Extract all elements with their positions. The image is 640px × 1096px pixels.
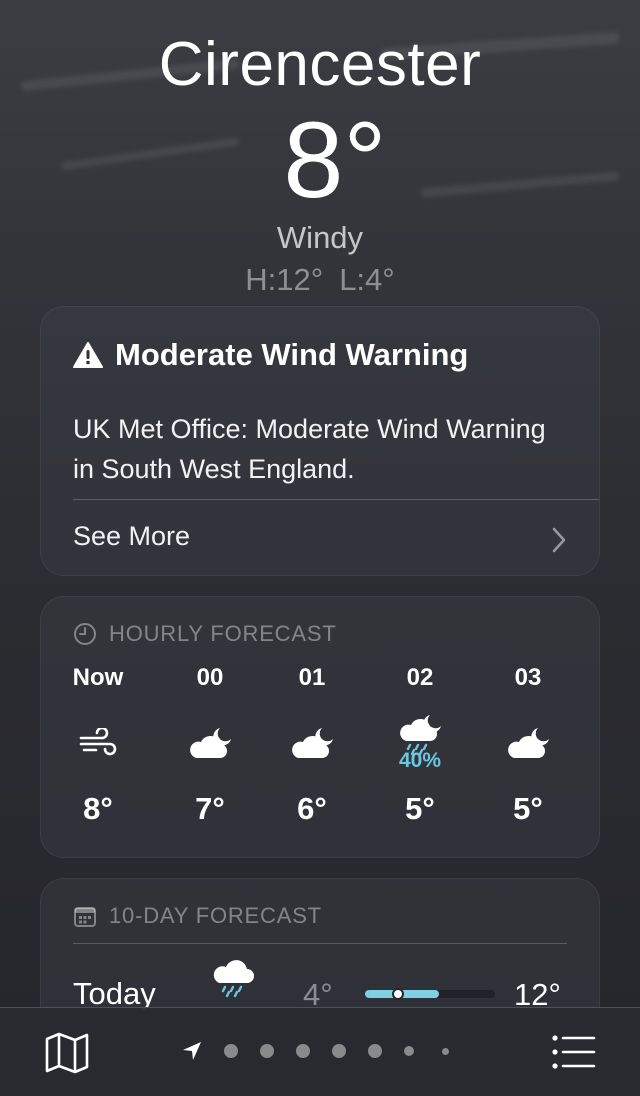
cloud-moon-icon xyxy=(292,728,333,758)
hourly-item: Now 8° xyxy=(53,663,143,827)
list-icon[interactable] xyxy=(552,1034,596,1070)
page-dot[interactable] xyxy=(368,1044,382,1058)
precipitation-chance: 40% xyxy=(398,749,442,772)
current-condition: Windy xyxy=(276,220,364,255)
page-dot[interactable] xyxy=(332,1044,346,1058)
page-dot[interactable] xyxy=(260,1044,274,1058)
high-temperature: H:12° xyxy=(245,262,324,297)
city-name: Cirencester xyxy=(158,30,482,99)
page-dot[interactable] xyxy=(404,1046,414,1056)
hour-label: 03 xyxy=(514,664,542,691)
current-temperature-marker xyxy=(391,988,404,1000)
chevron-right-icon[interactable] xyxy=(551,527,567,553)
ten-day-forecast-title: 10-DAY FORECAST xyxy=(109,903,322,928)
warning-triangle-icon xyxy=(73,342,103,368)
hour-label: 02 xyxy=(406,664,434,691)
hour-temperature: 7° xyxy=(195,791,225,826)
low-temperature: L:4° xyxy=(339,262,395,297)
location-arrow-icon[interactable] xyxy=(182,1041,202,1061)
hourly-item: 01 6° xyxy=(267,663,357,827)
page-dot[interactable] xyxy=(442,1047,449,1055)
hour-label: Now xyxy=(72,664,124,691)
warning-description: UK Met Office: Moderate Wind Warning in … xyxy=(73,414,546,484)
divider xyxy=(73,499,599,500)
temperature-range-bar xyxy=(365,988,495,1000)
cloud-rain-icon xyxy=(213,960,254,998)
current-temperature: 8° xyxy=(283,99,387,220)
clock-icon xyxy=(74,623,96,645)
hour-temperature: 6° xyxy=(297,791,327,826)
warning-title-row: Moderate Wind Warning xyxy=(73,337,468,373)
hour-temperature: 8° xyxy=(83,791,113,826)
page-dot[interactable] xyxy=(224,1044,238,1058)
page-dot[interactable] xyxy=(296,1044,310,1058)
hourly-forecast-title: HOURLY FORECAST xyxy=(109,621,337,646)
weather-warning-card[interactable]: Moderate Wind Warning UK Met Office: Mod… xyxy=(40,306,600,576)
calendar-icon xyxy=(74,907,96,927)
cloud-moon-icon xyxy=(190,728,231,758)
hour-temperature: 5° xyxy=(513,791,543,826)
hour-label: 01 xyxy=(298,664,326,691)
location-header: Cirencester 8° Windy H:12° L:4° xyxy=(0,28,640,298)
ten-day-forecast-header: 10-DAY FORECAST xyxy=(73,903,322,929)
hourly-forecast-card[interactable]: HOURLY FORECAST Now 8° 00 7° 01 6° 02 40… xyxy=(40,596,600,858)
page-indicator[interactable] xyxy=(182,1041,471,1061)
wind-icon xyxy=(79,728,117,756)
hourly-item: 02 40% 5° xyxy=(375,663,465,827)
divider xyxy=(73,943,567,944)
hourly-forecast-header: HOURLY FORECAST xyxy=(73,621,337,647)
warning-title: Moderate Wind Warning xyxy=(115,337,469,372)
see-more-link[interactable]: See More xyxy=(73,521,190,552)
hourly-item: 00 7° xyxy=(165,663,255,827)
hourly-item: 03 5° xyxy=(483,663,573,827)
hour-temperature: 5° xyxy=(405,791,435,826)
bottom-toolbar xyxy=(0,1007,640,1096)
high-low: H:12° L:4° xyxy=(0,262,640,298)
cloud-moon-icon xyxy=(508,728,549,758)
hour-label: 00 xyxy=(196,664,224,691)
map-icon[interactable] xyxy=(44,1032,90,1074)
